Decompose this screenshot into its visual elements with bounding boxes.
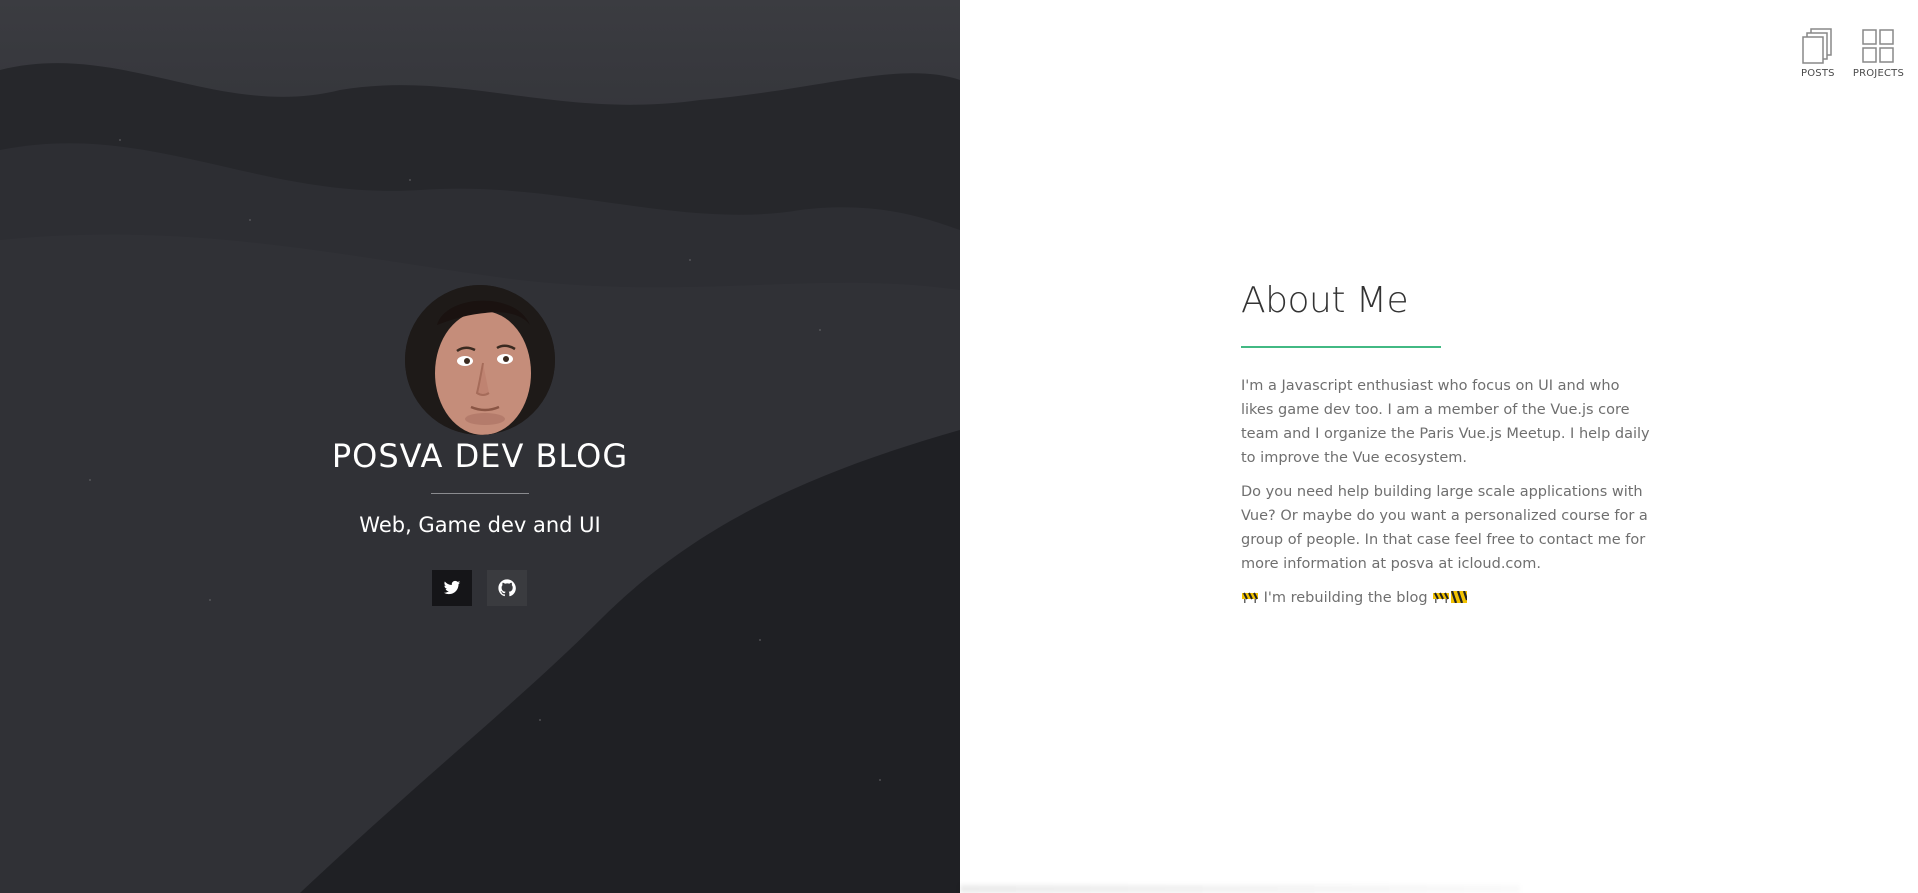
about-section: About Me I'm a Javascript enthusiast who… [1241,276,1651,610]
twitter-icon [443,580,461,595]
avatar-photo [405,285,555,435]
posts-icon [1802,28,1832,64]
rebuild-text: I'm rebuilding the blog [1263,590,1428,606]
github-icon [498,579,516,597]
nav-posts[interactable]: POSTS [1801,27,1835,79]
nav-projects-label: PROJECTS [1852,68,1904,79]
about-paragraph-1: I'm a Javascript enthusiast who focus on… [1241,378,1650,466]
nav-projects[interactable]: PROJECTS [1853,27,1904,79]
avatar [405,285,555,435]
hero-panel: POSVA DEV BLOG Web, Game dev and UI [0,0,960,893]
construction-icon [1433,592,1450,603]
about-paragraph-2: Do you need help building large scale ap… [1241,484,1648,572]
bottom-shadow [960,885,1520,893]
blog-tagline: Web, Game dev and UI [359,513,601,537]
rebuild-notice: I'm rebuilding the blog [1241,586,1651,610]
nav-posts-label: POSTS [1800,68,1835,79]
github-button[interactable] [487,570,527,606]
hero-content: POSVA DEV BLOG Web, Game dev and UI [0,0,960,893]
about-heading: About Me [1241,280,1409,321]
twitter-button[interactable] [432,570,472,606]
top-nav: POSTS PROJECTS [1801,27,1904,79]
blog-title[interactable]: POSVA DEV BLOG [0,434,960,478]
construction-icon [1451,591,1468,603]
about-heading-underline [1241,346,1441,348]
projects-icon [1862,29,1895,63]
title-divider [431,493,529,494]
page: POSVA DEV BLOG Web, Game dev and UI POST… [0,0,1918,893]
construction-icon [1242,592,1258,603]
